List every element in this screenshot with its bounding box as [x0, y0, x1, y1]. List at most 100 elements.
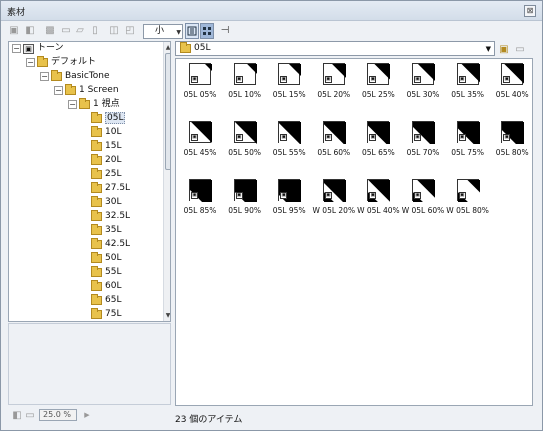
tree-node-32-5l[interactable]: 32.5L — [91, 210, 130, 223]
folder-up-icon[interactable]: ▣ — [497, 43, 511, 57]
tree-node-screen[interactable]: − 1 Screen — [54, 84, 119, 97]
thumbnail-size-value: 小 — [155, 26, 165, 36]
collapse-icon[interactable]: − — [68, 100, 77, 109]
new-material-icon[interactable]: ◧ — [23, 24, 37, 38]
tree-node-75l[interactable]: 75L — [91, 308, 121, 321]
tone-type-icon: ▣ — [280, 76, 288, 83]
tree-node-55l[interactable]: 55L — [91, 266, 121, 279]
thumbnail-size-select[interactable]: 小 ▼ — [143, 24, 183, 39]
tree-node-65l[interactable]: 65L — [91, 294, 121, 307]
copy-icon[interactable]: ◰ — [123, 24, 137, 38]
tone-type-icon: ▣ — [324, 134, 332, 141]
tone-type-icon: ▣ — [414, 134, 421, 141]
tree-node-35l[interactable]: 35L — [91, 224, 121, 237]
zoom-percent[interactable]: 25.0 % — [39, 409, 77, 421]
tone-type-icon: ▣ — [280, 192, 288, 199]
tone-thumbnail: ▣ — [278, 179, 302, 202]
tree-node-label: BasicTone — [65, 71, 110, 81]
tree-node-10l[interactable]: 10L — [91, 126, 121, 139]
thumbnail-view-button[interactable] — [200, 23, 214, 39]
import-icon[interactable]: ▱ — [73, 24, 87, 38]
folder-icon — [79, 98, 90, 109]
folder-icon — [91, 308, 102, 319]
material-item[interactable]: ▣ 05L 95% — [266, 176, 310, 232]
scrollbar-thumb[interactable] — [165, 53, 170, 170]
folder-icon — [91, 168, 102, 179]
tree-node-basictone[interactable]: − BasicTone — [40, 70, 110, 83]
tree-node-15l[interactable]: 15L — [91, 140, 121, 153]
tree-node-20l[interactable]: 20L — [91, 154, 121, 167]
item-count-status: 23 個のアイテム — [175, 415, 243, 425]
material-item[interactable]: ▣ 05L 25% — [355, 60, 399, 116]
material-item[interactable]: ▣ 05L 70% — [400, 118, 444, 174]
tone-type-icon: ▣ — [458, 192, 466, 199]
tree-node-tone[interactable]: − ▣ トーン — [12, 42, 64, 55]
material-item[interactable]: ▣ 05L 75% — [445, 118, 489, 174]
material-item[interactable]: ▣ 05L 85% — [177, 176, 221, 232]
material-item[interactable]: ▣ 05L 50% — [222, 118, 266, 174]
material-item[interactable]: ▣ 05L 10% — [222, 60, 266, 116]
tone-type-icon: ▣ — [324, 192, 332, 199]
material-item[interactable]: ▣ 05L 20% — [311, 60, 355, 116]
tree-node-25l[interactable]: 25L — [91, 168, 121, 181]
delete-item-icon[interactable]: ▭ — [23, 409, 37, 423]
new-subfolder-icon[interactable]: ▭ — [513, 43, 527, 57]
tone-thumbnail: ▣ — [322, 63, 346, 85]
material-item[interactable]: ▣ W 05L 40% — [355, 176, 400, 232]
tree-node-label: 05L — [105, 112, 126, 124]
close-button[interactable]: ⊠ — [524, 5, 536, 17]
material-item[interactable]: ▣ 05L 90% — [222, 176, 266, 232]
material-item[interactable]: ▣ 05L 40% — [489, 60, 533, 116]
tree-node-default[interactable]: − デフォルト — [26, 56, 96, 69]
tone-thumbnail: ▣ — [278, 63, 302, 85]
new-item-icon[interactable]: ◧ — [10, 409, 24, 423]
tree-node-30l[interactable]: 30L — [91, 196, 121, 209]
folder-icon — [180, 42, 191, 53]
scroll-down-icon[interactable]: ▼ — [164, 311, 170, 320]
tree-node-42-5l[interactable]: 42.5L — [91, 238, 130, 251]
collapse-icon[interactable]: − — [40, 72, 49, 81]
tree-node-label: 1 Screen — [79, 85, 119, 95]
material-item[interactable]: ▣ W 05L 80% — [445, 176, 489, 232]
trash-icon[interactable]: ▯ — [88, 24, 102, 38]
material-item[interactable]: ▣ 05L 80% — [489, 118, 533, 174]
tree-node-50l[interactable]: 50L — [91, 252, 121, 265]
toggle-pane-icon[interactable]: ⊣ — [218, 24, 232, 38]
material-item[interactable]: ▣ 05L 15% — [266, 60, 310, 116]
tree-node-viewpoint[interactable]: − 1 視点 — [68, 98, 120, 111]
scroll-up-icon[interactable]: ▲ — [164, 43, 170, 52]
tree-node-label: 60L — [105, 281, 122, 291]
path-dropdown[interactable]: 05L ▼ — [175, 41, 495, 56]
properties-icon[interactable]: ◫ — [107, 24, 121, 38]
material-item[interactable]: ▣ 05L 65% — [355, 118, 399, 174]
collapse-icon[interactable]: − — [26, 58, 35, 67]
collapse-icon[interactable]: − — [54, 86, 63, 95]
list-view-button[interactable] — [185, 23, 199, 39]
tree-scrollbar[interactable]: ▲ ▼ — [163, 42, 170, 321]
tree-node-label: 55L — [105, 267, 122, 277]
play-icon[interactable]: ▶ — [80, 408, 94, 422]
tree-node-27-5l[interactable]: 27.5L — [91, 182, 130, 195]
open-folder-icon[interactable]: ▭ — [59, 24, 73, 38]
tone-thumbnail: ▣ — [412, 121, 435, 144]
pattern-icon[interactable]: ▩ — [43, 24, 57, 38]
folder-icon — [91, 140, 102, 151]
tree-node-05l[interactable]: 05L — [91, 112, 126, 125]
tone-thumbnail: ▣ — [233, 63, 257, 85]
material-item[interactable]: ▣ 05L 05% — [177, 60, 221, 116]
material-item[interactable]: ▣ 05L 35% — [445, 60, 489, 116]
tone-type-icon: ▣ — [369, 134, 377, 141]
material-item[interactable]: ▣ 05L 55% — [266, 118, 310, 174]
folder-icon — [65, 84, 76, 95]
tone-thumbnail: ▣ — [367, 179, 391, 202]
material-item[interactable]: ▣ 05L 60% — [311, 118, 355, 174]
collapse-icon[interactable]: − — [12, 44, 21, 53]
folder-icon — [91, 154, 102, 165]
folder-icon — [91, 294, 102, 305]
material-item[interactable]: ▣ 05L 45% — [177, 118, 221, 174]
material-item[interactable]: ▣ W 05L 20% — [311, 176, 355, 232]
new-folder-icon[interactable]: ▣ — [7, 24, 21, 38]
material-item[interactable]: ▣ W 05L 60% — [400, 176, 444, 232]
tree-node-60l[interactable]: 60L — [91, 280, 121, 293]
material-item[interactable]: ▣ 05L 30% — [400, 60, 444, 116]
